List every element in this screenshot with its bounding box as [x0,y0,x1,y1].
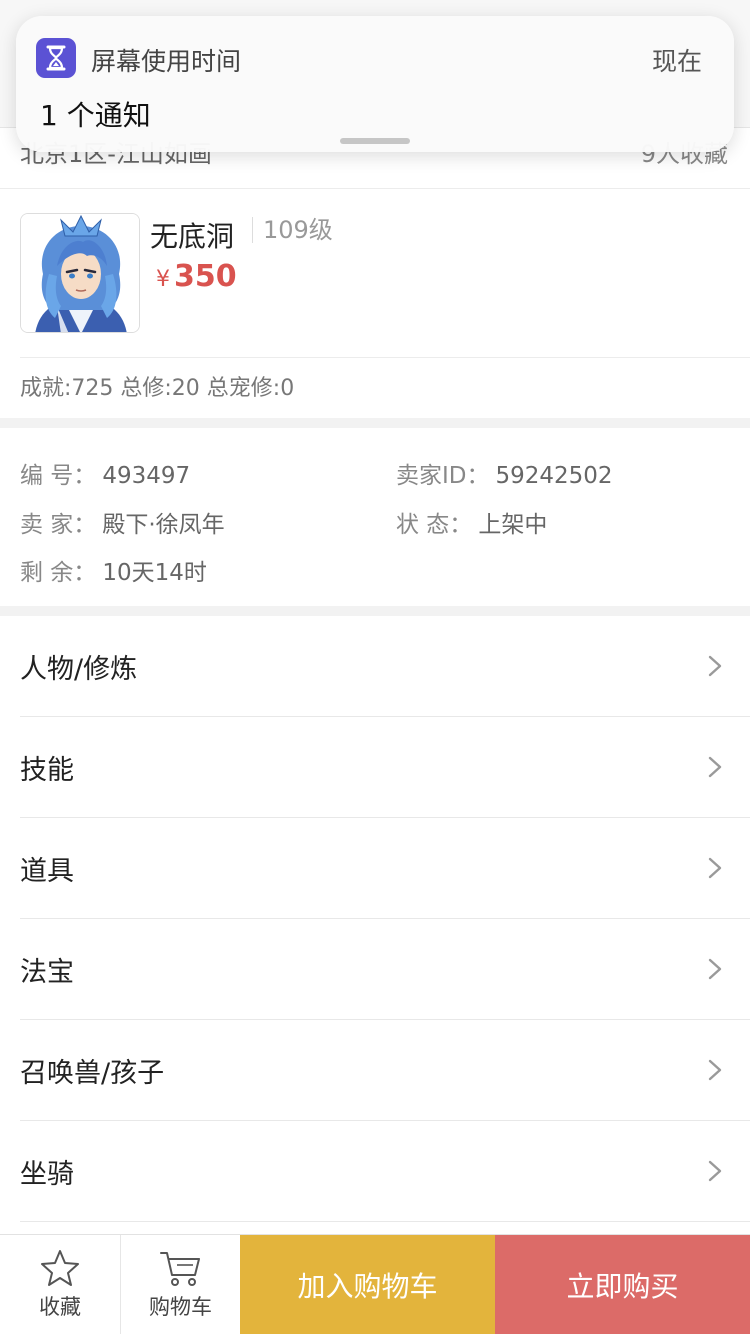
info-remaining: 剩 余： 10天14时 [20,553,207,587]
info-status-value: 上架中 [478,512,548,538]
menu-item-summons[interactable]: 召唤兽/孩子 [20,1020,750,1121]
chevron-right-icon [708,857,722,879]
hourglass-icon [36,38,76,78]
info-seller-id-value: 59242502 [495,463,613,489]
menu-item-character[interactable]: 人物/修炼 [20,616,750,717]
notification-time: 现在 [651,47,702,76]
section-divider [0,418,750,428]
info-id: 编 号： 493497 [20,456,190,490]
character-name: 无底洞 [150,220,235,253]
info-id-value: 493497 [102,463,191,489]
price: ¥350 [156,259,237,294]
stats-summary: 成就:725 总修:20 总宠修:0 [20,376,295,401]
menu-item-items[interactable]: 道具 [20,818,750,919]
menu-item-label: 坐骑 [20,1158,74,1190]
bottom-action-bar: 收藏 购物车 加入购物车 立即购买 [0,1234,750,1334]
menu-item-label: 人物/修炼 [20,653,138,685]
detail-menu: 人物/修炼 技能 道具 法宝 召唤兽/孩子 坐骑 [0,616,750,1222]
info-status-label: 状 态： [396,512,473,538]
buy-now-button[interactable]: 立即购买 [495,1235,750,1334]
character-card: 无底洞 109级 ¥350 [20,189,750,358]
info-seller-id: 卖家ID： 59242502 [396,456,613,490]
menu-item-label: 技能 [20,754,74,786]
cart-tab-button[interactable]: 购物车 [120,1235,240,1334]
menu-item-mounts[interactable]: 坐骑 [20,1121,750,1222]
notification-banner[interactable]: 屏幕使用时间 现在 1 个通知 [16,16,734,152]
cart-label: 购物车 [149,1295,212,1319]
add-to-cart-button[interactable]: 加入购物车 [240,1235,495,1334]
menu-item-label: 法宝 [20,956,74,988]
character-level: 109级 [252,217,333,243]
favorite-button[interactable]: 收藏 [0,1235,120,1334]
chevron-right-icon [708,655,722,677]
info-seller: 卖 家： 殿下·徐凤年 [20,505,225,539]
currency-symbol: ¥ [156,267,170,292]
info-id-label: 编 号： [20,463,97,489]
listing-info: 编 号： 493497 卖家ID： 59242502 卖 家： 殿下·徐凤年 状 态：… [0,428,750,606]
info-remaining-label: 剩 余： [20,560,97,586]
notification-grabber[interactable] [340,138,410,144]
section-divider [0,606,750,616]
info-seller-label: 卖 家： [20,512,97,538]
chevron-right-icon [708,958,722,980]
chevron-right-icon [708,1059,722,1081]
star-icon [41,1250,79,1286]
info-status: 状 态： 上架中 [396,505,547,539]
shopping-cart-icon [159,1252,200,1286]
notification-body: 1 个通知 [40,99,151,132]
info-remaining-value: 10天14时 [102,560,207,586]
favorite-label: 收藏 [39,1295,81,1319]
menu-item-label: 召唤兽/孩子 [20,1057,165,1089]
character-avatar[interactable] [20,213,140,333]
menu-item-label: 道具 [20,855,74,887]
notification-app-name: 屏幕使用时间 [91,47,242,76]
price-value: 350 [174,259,237,294]
chevron-right-icon [708,756,722,778]
info-seller-id-label: 卖家ID： [396,463,490,489]
chevron-right-icon [708,1160,722,1182]
info-seller-value: 殿下·徐凤年 [102,512,225,538]
menu-item-treasures[interactable]: 法宝 [20,919,750,1020]
menu-item-skills[interactable]: 技能 [20,717,750,818]
